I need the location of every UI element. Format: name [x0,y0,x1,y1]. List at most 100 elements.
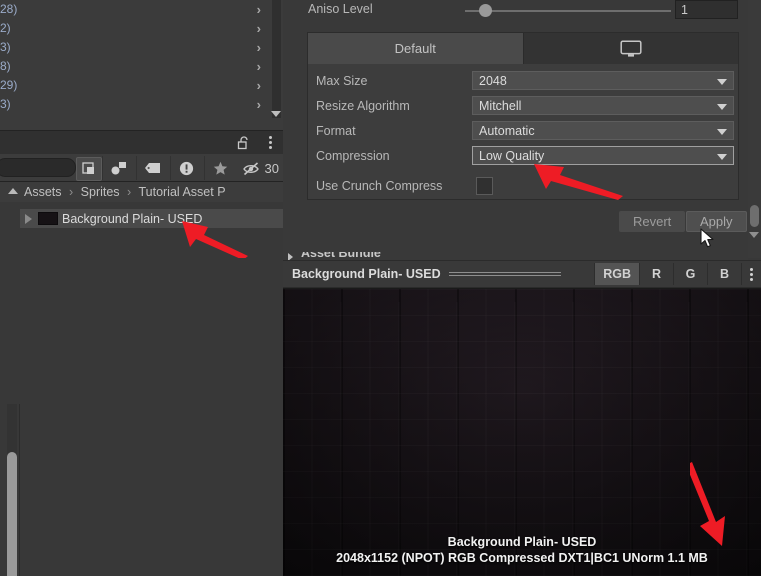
apply-button[interactable]: Apply [686,211,747,232]
resize-algorithm-value: Mitchell [479,99,522,113]
breadcrumb: Assets › Sprites › Tutorial Asset P [0,182,283,202]
chevron-right-icon[interactable]: › [257,57,261,76]
preview-info-details: 2048x1152 (NPOT) RGB Compressed DXT1|BC1… [336,551,708,565]
list-divider [19,404,20,576]
aniso-level-slider-handle[interactable] [479,4,492,17]
hierarchy-row[interactable]: 3) › [0,38,283,57]
standalone-monitor-icon [620,39,642,57]
breadcrumb-separator-icon: › [69,185,74,199]
project-scrollbar-thumb[interactable] [7,452,17,576]
texture-preview-canvas[interactable]: Background Plain- USED 2048x1152 (NPOT) … [283,289,761,576]
kebab-menu-icon[interactable] [269,136,273,150]
platform-settings-box: Default Max Size 2048 Resize Algorithm M… [307,32,739,200]
hierarchy-row-number: 3) [0,97,11,111]
inspector-scrollbar-thumb[interactable] [750,205,759,227]
breadcrumb-item-sprites[interactable]: Sprites [81,185,120,199]
aniso-level-value-field[interactable]: 1 [675,0,738,19]
preview-info-name: Background Plain- USED [447,535,597,549]
property-row-use-crunch-compression: Use Crunch Compress [308,177,738,199]
hierarchy-row[interactable]: 8) › [0,57,283,76]
aniso-level-slider[interactable] [465,10,671,12]
preview-zoom-slider[interactable] [448,269,561,279]
foldout-arrow-icon[interactable] [25,213,32,224]
scroll-up-arrow-icon[interactable] [8,188,18,194]
slider-track [448,275,561,276]
platform-tabs: Default [308,33,738,64]
hierarchy-row-number: 3) [0,40,11,54]
chevron-right-icon[interactable]: › [257,76,261,95]
preview-toolbar: Background Plain- USED RGB R G B [283,260,761,288]
breadcrumb-item-assets[interactable]: Assets [24,185,62,199]
property-row-max-size: Max Size 2048 [308,71,738,96]
preview-title: Background Plain- USED [292,267,441,281]
max-size-label: Max Size [316,74,368,88]
format-label: Format [316,124,356,138]
format-dropdown[interactable]: Automatic [472,121,734,140]
scrollbar-track[interactable] [272,0,281,118]
max-size-dropdown[interactable]: 2048 [472,71,734,90]
max-size-value: 2048 [479,74,507,88]
asset-thumbnail [38,212,58,225]
hierarchy-row[interactable]: 28) › [0,0,283,19]
asset-bundle-header[interactable]: Asset Bundle [283,252,748,260]
chevron-right-icon[interactable]: › [257,0,261,19]
hierarchy-row[interactable]: 2) › [0,19,283,38]
inspector-panel: Aniso Level 1 Default Max Size 2048 Resi… [283,0,761,258]
hierarchy-row-number: 2) [0,21,11,35]
tab-standalone[interactable] [522,33,738,64]
inspector-scrollbar[interactable] [748,0,761,258]
eye-crossed-icon [242,161,259,175]
channel-g-button[interactable]: G [673,263,707,285]
inspector-button-row: Revert Apply [283,211,761,239]
error-filter-icon[interactable] [170,156,202,180]
revert-button[interactable]: Revert [619,211,686,232]
chevron-right-icon[interactable]: › [257,19,261,38]
asset-type-filter-icon[interactable] [102,156,134,180]
channel-rgb-button[interactable]: RGB [594,263,639,285]
breadcrumb-item-tutorial-asset-pack[interactable]: Tutorial Asset P [138,185,225,199]
hierarchy-panel-fragment[interactable]: 28) › 2) › 3) › 8) › 29) › 3) › [0,0,283,130]
fit-to-window-icon[interactable] [76,157,102,181]
hierarchy-row-number: 28) [0,2,18,16]
label-filter-icon[interactable] [136,156,168,180]
aniso-level-row: Aniso Level 1 [283,0,761,22]
channel-b-button[interactable]: B [707,263,741,285]
search-input[interactable] [0,158,76,177]
preview-vignette [283,289,761,576]
hierarchy-row[interactable]: 3) › [0,95,283,114]
favorites-filter-icon[interactable] [204,156,236,180]
tab-default[interactable]: Default [308,33,523,64]
chevron-down-icon [717,154,727,160]
chevron-right-icon[interactable]: › [257,38,261,57]
mouse-cursor [700,228,714,248]
chevron-down-icon [717,79,727,85]
chevron-down-icon [717,129,727,135]
resize-algorithm-dropdown[interactable]: Mitchell [472,96,734,115]
property-row-resize-algorithm: Resize Algorithm Mitchell [308,96,738,121]
channel-r-button[interactable]: R [639,263,673,285]
scroll-down-arrow-icon[interactable] [749,232,759,238]
padlock-open-icon[interactable] [237,135,251,150]
resize-algorithm-label: Resize Algorithm [316,99,410,113]
hidden-assets-indicator[interactable]: 30 [242,156,279,180]
project-panel-header [0,130,283,154]
list-item[interactable]: Background Plain- USED [20,209,283,228]
hidden-assets-count: 30 [264,160,279,176]
scroll-down-arrow-icon[interactable] [271,111,281,117]
hierarchy-row[interactable]: 29) › [0,76,283,95]
use-crunch-compression-label: Use Crunch Compress [316,179,443,193]
chevron-down-icon [717,104,727,110]
compression-label: Compression [316,149,390,163]
compression-dropdown[interactable]: Low Quality [472,146,734,165]
list-left-gutter [0,404,7,576]
slider-track [448,272,561,273]
unity-editor-window: 28) › 2) › 3) › 8) › 29) › 3) › 30 Asset… [0,0,761,576]
use-crunch-compression-checkbox[interactable] [476,177,493,195]
preview-kebab-menu-icon[interactable] [741,263,761,285]
left-column: 28) › 2) › 3) › 8) › 29) › 3) › 30 Asset… [0,0,283,576]
chevron-right-icon[interactable]: › [257,95,261,114]
format-value: Automatic [479,124,535,138]
asset-bundle-label: Asset Bundle [301,252,381,260]
property-row-format: Format Automatic [308,121,738,146]
project-toolbar: 30 [0,154,283,182]
